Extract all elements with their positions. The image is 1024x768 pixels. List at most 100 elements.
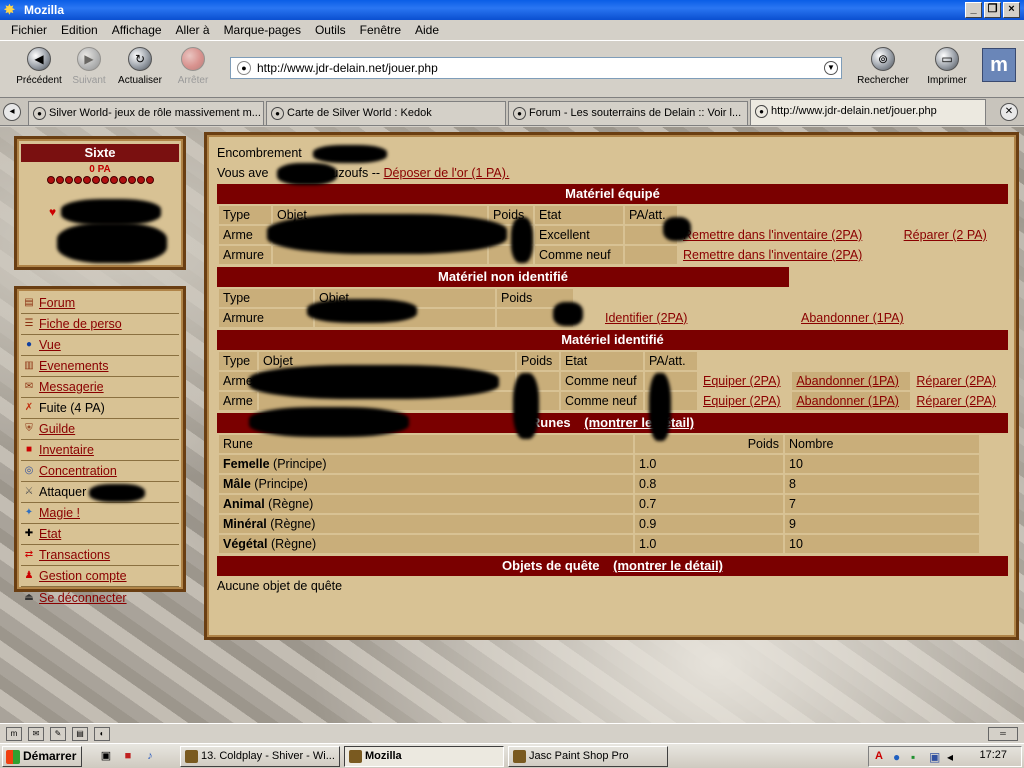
music-icon[interactable]: ♪: [142, 748, 158, 764]
abandon-link[interactable]: Abandonner (1PA): [796, 394, 899, 408]
menu-item-gestion[interactable]: ♟ Gestion compte: [21, 566, 179, 587]
irc-icon[interactable]: ◐: [94, 726, 110, 741]
identified-header: Matériel identifié: [217, 330, 1008, 350]
redacted-scribble: [511, 217, 533, 263]
tab-list-icon[interactable]: ◂: [3, 103, 21, 121]
menu-aide[interactable]: Aide: [408, 23, 446, 37]
forward-button[interactable]: ▶ Suivant: [60, 47, 118, 86]
menu-marque-pages[interactable]: Marque-pages: [217, 23, 308, 37]
start-button[interactable]: Démarrer: [2, 746, 82, 767]
redacted-scribble: [307, 299, 417, 323]
brain-icon: ◎: [24, 465, 34, 476]
menu-fichier[interactable]: Fichier: [4, 23, 54, 37]
app-icon[interactable]: ■: [120, 748, 136, 764]
menu-fenetre[interactable]: Fenêtre: [353, 23, 408, 37]
menu-edition[interactable]: Edition: [54, 23, 105, 37]
tab-carte[interactable]: ● Carte de Silver World : Kedok: [266, 101, 506, 125]
menu-item-inventaire[interactable]: ■ Inventaire: [21, 440, 179, 461]
menu-outils[interactable]: Outils: [308, 23, 353, 37]
quest-detail-link[interactable]: (montrer le détail): [613, 558, 723, 573]
print-icon: ▭: [935, 47, 959, 71]
tray-app-icon[interactable]: A: [875, 750, 883, 762]
redacted-scribble: [57, 223, 167, 263]
unequip-link[interactable]: Remettre dans l'inventaire (2PA): [683, 228, 862, 242]
winamp-icon: [185, 750, 198, 763]
taskbar-coldplay[interactable]: 13. Coldplay - Shiver - Wi...: [180, 746, 340, 767]
menu-aller[interactable]: Aller à: [169, 23, 217, 37]
url-text: http://www.jdr-delain.net/jouer.php: [257, 61, 438, 75]
tray-icon[interactable]: ▪: [911, 750, 915, 764]
search-button[interactable]: ⊚ Rechercher: [852, 47, 914, 86]
globe-icon[interactable]: ●: [893, 750, 900, 764]
taskbar-mozilla[interactable]: Mozilla: [344, 746, 504, 767]
side-menu: ▤ Forum ☰ Fiche de perso ● Vue ▥ Evenements …: [14, 286, 186, 605]
menu-item-magie[interactable]: ✦ Magie !: [21, 503, 179, 524]
menu-item-fiche[interactable]: ☰ Fiche de perso: [21, 314, 179, 335]
close-tab-icon[interactable]: ✕: [1000, 103, 1018, 121]
abandon-link[interactable]: Abandonner (1PA): [796, 374, 899, 388]
url-field[interactable]: ● http://www.jdr-delain.net/jouer.php ▼: [230, 57, 842, 79]
forward-arrow-icon: ▶: [77, 47, 101, 71]
tab-forum[interactable]: ● Forum - Les souterrains de Delain :: Vo…: [508, 101, 748, 125]
menu-item-guilde[interactable]: ⛨ Guilde: [21, 419, 179, 440]
menu-item-messagerie[interactable]: ✉ Messagerie: [21, 377, 179, 398]
account-icon: ♟: [24, 570, 34, 581]
unequip-link[interactable]: Remettre dans l'inventaire (2PA): [683, 248, 862, 262]
redacted-scribble: [663, 217, 691, 241]
abandon-link[interactable]: Abandonner (1PA): [801, 311, 904, 325]
table-header-row: Rune Poids Nombre: [219, 435, 1006, 453]
table-row: Mâle (Principe) 0.8 8: [219, 475, 1006, 493]
redacted-scribble: [249, 407, 409, 437]
stop-button[interactable]: Arrêter: [164, 47, 222, 86]
page-content: Sixte 0 PA ♥ ▤ Forum ☰ Fiche de perso ● Vue…: [0, 127, 1024, 723]
menu-item-etat[interactable]: ✚ Etat: [21, 524, 179, 545]
composer-icon[interactable]: ✎: [50, 726, 66, 741]
close-button[interactable]: ×: [1003, 2, 1020, 18]
table-row: Végétal (Règne) 1.0 10: [219, 535, 1006, 553]
menu-item-evenements[interactable]: ▥ Evenements: [21, 356, 179, 377]
equipped-header: Matériel équipé: [217, 184, 1008, 204]
mail-icon[interactable]: ✉: [28, 726, 44, 741]
encumbrance-line: Encombrement: [217, 143, 1008, 163]
menu-item-attaquer: ⚔ Attaquer: [21, 482, 179, 503]
tab-jouer[interactable]: ● http://www.jdr-delain.net/jouer.php: [750, 99, 986, 125]
print-button[interactable]: ▭ Imprimer: [918, 47, 976, 86]
eye-icon: ●: [25, 339, 33, 350]
url-dropdown-icon[interactable]: ▼: [824, 61, 838, 75]
window-title: Mozilla: [24, 3, 65, 17]
menu-item-vue[interactable]: ● Vue: [21, 335, 179, 356]
magic-icon: ✦: [24, 507, 34, 518]
menu-item-forum[interactable]: ▤ Forum: [21, 293, 179, 314]
maximize-button[interactable]: ❐: [984, 2, 1001, 18]
identify-link[interactable]: Identifier (2PA): [605, 311, 687, 325]
menu-item-concentration[interactable]: ◎ Concentration: [21, 461, 179, 482]
deposit-gold-link[interactable]: Déposer de l'or (1 PA).: [384, 166, 510, 180]
tab-silver-world[interactable]: ● Silver World- jeux de rôle massivement …: [28, 101, 264, 125]
redacted-scribble: [89, 484, 145, 502]
redacted-scribble: [513, 373, 539, 439]
table-row: Animal (Règne) 0.7 7: [219, 495, 1006, 513]
heart-icon: ♥: [49, 205, 57, 219]
clock: 17:27: [979, 749, 1007, 761]
addressbook-icon[interactable]: ▤: [72, 726, 88, 741]
volume-icon[interactable]: ◂: [947, 750, 953, 764]
menu-item-transactions[interactable]: ⇄ Transactions: [21, 545, 179, 566]
quest-empty-text: Aucune objet de quête: [217, 579, 343, 593]
equip-link[interactable]: Equiper (2PA): [703, 394, 781, 408]
navigator-icon[interactable]: m: [6, 726, 22, 741]
repair-link[interactable]: Réparer (2PA): [916, 374, 996, 388]
equip-link[interactable]: Equiper (2PA): [703, 374, 781, 388]
back-arrow-icon: ◀: [27, 47, 51, 71]
repair-link[interactable]: Réparer (2PA): [916, 394, 996, 408]
redacted-scribble: [249, 365, 499, 399]
menu-affichage[interactable]: Affichage: [105, 23, 169, 37]
desktop-icon[interactable]: ▣: [98, 748, 114, 764]
runes-detail-link[interactable]: (montrer le détail): [584, 415, 694, 430]
repair-link[interactable]: Réparer (2 PA): [904, 228, 987, 242]
reload-button[interactable]: ↻ Actualiser: [111, 47, 169, 86]
minimize-button[interactable]: _: [965, 2, 982, 18]
network-icon[interactable]: ▣: [929, 750, 940, 764]
taskbar-paintshop[interactable]: Jasc Paint Shop Pro: [508, 746, 668, 767]
menu-item-deconnecter[interactable]: ⏏ Se déconnecter: [21, 587, 179, 608]
bag-icon: ■: [25, 444, 33, 455]
